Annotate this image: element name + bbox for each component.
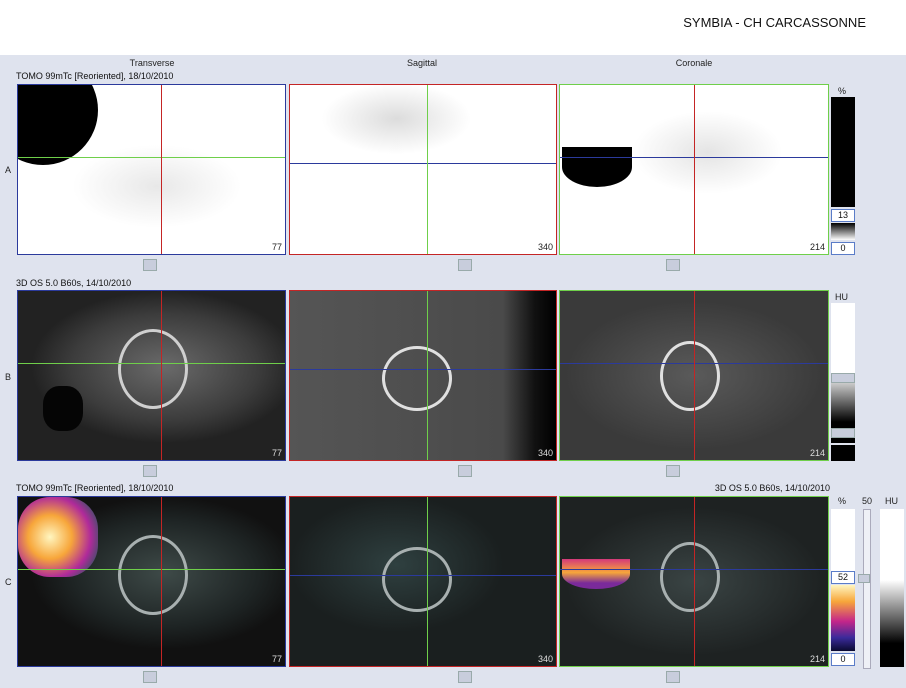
- slice-number: 340: [537, 448, 553, 458]
- view-b-coronal[interactable]: 214: [559, 290, 829, 461]
- hotspot-blob: [18, 85, 98, 165]
- slice-slider-a-transverse[interactable]: [143, 259, 157, 271]
- view-a-coronal[interactable]: 214: [559, 84, 829, 255]
- crosshair-v: [694, 85, 695, 254]
- crosshair-v: [161, 291, 162, 460]
- scale-c-min[interactable]: 0: [831, 653, 855, 666]
- view-c-sagittal[interactable]: 340: [289, 496, 557, 667]
- title-bar: SYMBIA - CH CARCASSONNE: [0, 0, 906, 55]
- hotspot-blob: [562, 147, 632, 187]
- scale-a-colorbar: [831, 97, 855, 207]
- crosshair-h: [290, 163, 556, 164]
- crosshair-v: [161, 497, 162, 666]
- slice-slider-b-transverse[interactable]: [143, 465, 157, 477]
- scale-c-unit: %: [838, 496, 847, 506]
- scale-a-min[interactable]: 0: [831, 242, 855, 255]
- femoral-head: [660, 341, 720, 411]
- slice-slider-c-transverse[interactable]: [143, 671, 157, 683]
- row-c-letter: C: [5, 577, 12, 587]
- scale-b-unit: HU: [835, 292, 848, 302]
- slice-number: 214: [809, 242, 825, 252]
- crosshair-h: [290, 575, 556, 576]
- view-a-transverse[interactable]: 77: [17, 84, 286, 255]
- row-b-info: 3D OS 5.0 B60s, 14/10/2010: [16, 278, 132, 288]
- slice-number: 77: [271, 654, 282, 664]
- view-b-sagittal[interactable]: 340: [289, 290, 557, 461]
- slice-number: 77: [271, 242, 282, 252]
- crosshair-v: [161, 85, 162, 254]
- slice-slider-c-coronal[interactable]: [666, 671, 680, 683]
- scale-c-second-unit: HU: [885, 496, 898, 506]
- slice-number: 77: [271, 448, 282, 458]
- scale-c-opacity-handle[interactable]: [858, 574, 870, 583]
- fusion-hotspot: [562, 559, 630, 589]
- slice-number: 214: [809, 448, 825, 458]
- slice-number: 340: [537, 654, 553, 664]
- row-b-letter: B: [5, 372, 12, 382]
- crosshair-v: [694, 497, 695, 666]
- crosshair-v: [427, 497, 428, 666]
- crosshair-v: [694, 291, 695, 460]
- crosshair-h: [18, 569, 285, 570]
- scale-c-opacity-track[interactable]: [863, 509, 871, 669]
- fusion-hotspot: [18, 497, 98, 577]
- row-c-info-right: 3D OS 5.0 B60s, 14/10/2010: [714, 483, 830, 493]
- slice-slider-c-sagittal[interactable]: [458, 671, 472, 683]
- column-header-coronal: Coronale: [675, 58, 713, 68]
- slice-number: 340: [537, 242, 553, 252]
- slice-slider-b-coronal[interactable]: [666, 465, 680, 477]
- scale-c-value[interactable]: 52: [831, 571, 855, 584]
- view-c-coronal[interactable]: 214: [559, 496, 829, 667]
- scale-a-mini-bar: [831, 223, 855, 240]
- bowel-gas: [43, 386, 83, 431]
- view-c-transverse[interactable]: 77: [17, 496, 286, 667]
- scale-b-window-top[interactable]: [831, 373, 855, 383]
- femoral-head: [660, 542, 720, 612]
- femoral-head: [382, 346, 452, 411]
- crosshair-h: [18, 157, 285, 158]
- row-a-letter: A: [5, 165, 12, 175]
- view-b-transverse[interactable]: 77: [17, 290, 286, 461]
- slice-slider-b-sagittal[interactable]: [458, 465, 472, 477]
- scale-b-black-block: [831, 445, 855, 461]
- row-c-info-left: TOMO 99mTc [Reoriented], 18/10/2010: [16, 483, 174, 493]
- femoral-head: [382, 547, 452, 612]
- crosshair-v: [427, 291, 428, 460]
- column-header-sagittal: Sagittal: [406, 58, 438, 68]
- slice-slider-a-coronal[interactable]: [666, 259, 680, 271]
- scale-a-unit: %: [838, 86, 847, 96]
- femoral-head: [118, 535, 188, 615]
- crosshair-h: [290, 369, 556, 370]
- crosshair-v: [427, 85, 428, 254]
- femoral-head: [118, 329, 188, 409]
- scale-c-hu-colorbar: [880, 509, 904, 667]
- view-a-sagittal[interactable]: 340: [289, 84, 557, 255]
- row-a-info: TOMO 99mTc [Reoriented], 18/10/2010: [16, 71, 174, 81]
- column-header-transverse: Transverse: [129, 58, 175, 68]
- slice-number: 214: [809, 654, 825, 664]
- scale-b-window-bottom[interactable]: [831, 428, 855, 438]
- site-label: SYMBIA - CH CARCASSONNE: [683, 15, 866, 30]
- scale-a-value[interactable]: 13: [831, 209, 855, 222]
- crosshair-h: [18, 363, 285, 364]
- scale-c-second-value: 50: [862, 496, 873, 506]
- scale-c-colorbar: [831, 585, 855, 651]
- slice-slider-a-sagittal[interactable]: [458, 259, 472, 271]
